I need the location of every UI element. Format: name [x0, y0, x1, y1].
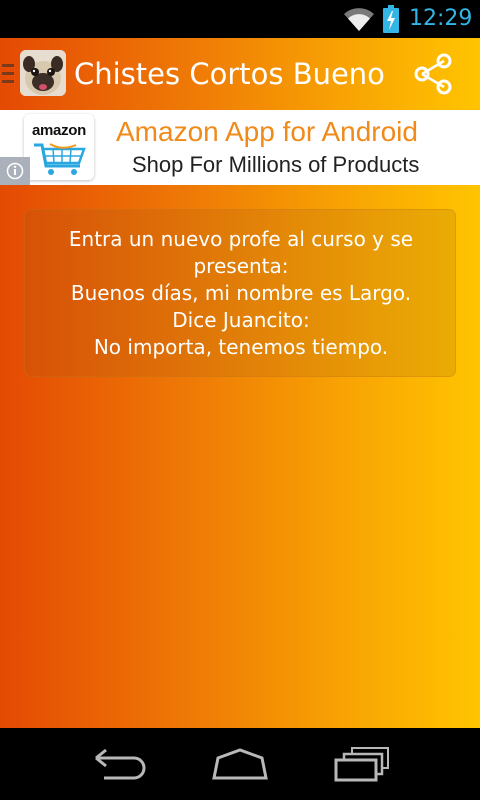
- joke-card: Entra un nuevo profe al curso y se prese…: [24, 209, 456, 377]
- joke-line: Entra un nuevo profe al curso y se: [68, 227, 414, 251]
- battery-charging-icon: [383, 5, 399, 33]
- recent-apps-button[interactable]: [330, 744, 394, 784]
- drawer-indicator-icon[interactable]: [2, 64, 14, 84]
- app-title: Chistes Cortos Bueno: [74, 57, 384, 91]
- joke-line: Dice Juancito:: [172, 308, 310, 332]
- back-icon: [95, 748, 146, 780]
- recent-apps-icon: [334, 747, 389, 782]
- app-screen: Chistes Cortos Bueno amazon Amazon App f…: [0, 38, 480, 728]
- back-button[interactable]: [88, 744, 152, 784]
- navigation-bar: [0, 728, 480, 800]
- ad-title[interactable]: Amazon App for Android: [116, 116, 418, 148]
- ad-subtitle: Shop For Millions of Products: [132, 152, 420, 177]
- ad-banner[interactable]: amazon Amazon App for Android Shop For M…: [0, 110, 480, 185]
- joke-text: Entra un nuevo profe al curso y se prese…: [35, 226, 447, 361]
- status-bar: 12:29: [0, 0, 480, 38]
- info-icon: [6, 162, 24, 180]
- amazon-logo[interactable]: amazon: [24, 114, 94, 180]
- pug-dog-app-icon[interactable]: [20, 50, 66, 96]
- home-button[interactable]: [208, 744, 272, 784]
- share-button[interactable]: [410, 52, 456, 96]
- status-time: 12:29: [409, 6, 473, 31]
- ad-info-button[interactable]: [0, 157, 30, 185]
- joke-line: No importa, tenemos tiempo.: [93, 335, 389, 359]
- joke-line: Buenos días, mi nombre es Largo.: [70, 281, 412, 305]
- home-icon: [212, 748, 268, 780]
- action-bar: Chistes Cortos Bueno: [0, 38, 480, 110]
- ad-logo-text: amazon: [31, 122, 87, 139]
- wifi-icon: [344, 8, 374, 32]
- share-icon: [414, 53, 452, 95]
- shopping-cart-icon: [34, 143, 86, 175]
- joke-line: presenta:: [193, 254, 289, 278]
